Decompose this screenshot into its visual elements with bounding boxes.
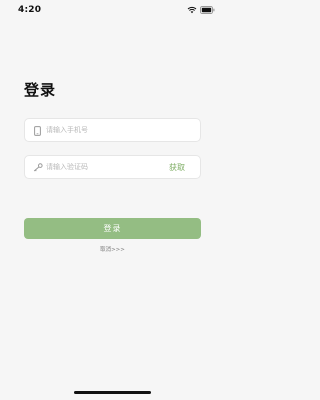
phone-input[interactable] <box>46 119 166 141</box>
wifi-icon <box>187 6 197 14</box>
home-indicator[interactable] <box>74 391 151 394</box>
status-bar: 4:20 <box>0 0 225 20</box>
status-icons <box>187 6 215 14</box>
code-field[interactable]: 获取 <box>24 155 201 179</box>
status-time: 4:20 <box>18 5 42 15</box>
get-code-button[interactable]: 获取 <box>169 162 185 173</box>
login-button[interactable]: 登录 <box>24 218 201 239</box>
page-title: 登录 <box>24 81 57 99</box>
phone-icon <box>32 125 43 136</box>
key-icon <box>32 162 43 173</box>
cancel-link[interactable]: 取消>>> <box>0 245 225 253</box>
battery-icon <box>200 6 215 14</box>
code-input[interactable] <box>46 156 166 178</box>
phone-field[interactable] <box>24 118 201 142</box>
